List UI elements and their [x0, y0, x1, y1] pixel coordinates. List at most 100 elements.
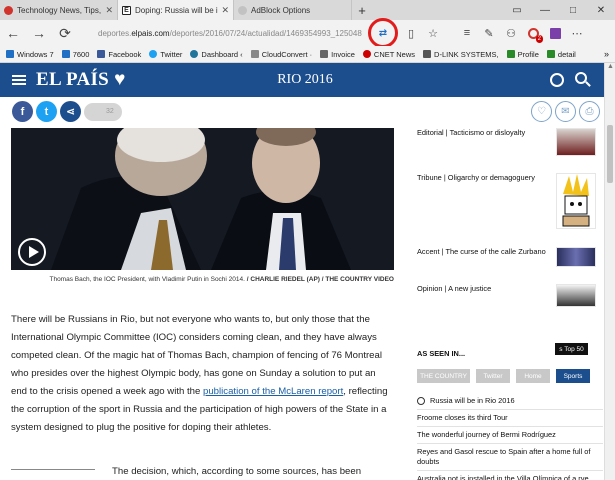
sidebar-thumbnail	[556, 247, 596, 267]
opera-extension-icon[interactable]: 2	[522, 22, 544, 44]
article-second-paragraph: The decision, which, according to some s…	[112, 466, 362, 477]
favorite-facebook[interactable]: Facebook	[97, 50, 141, 59]
as-seen-in-heading: AS SEEN IN...	[417, 349, 466, 358]
heart-icon[interactable]: ♡	[531, 101, 552, 122]
email-icon[interactable]: ✉	[555, 101, 576, 122]
favicon-icon	[4, 5, 13, 15]
close-window-icon[interactable]: ✕	[587, 0, 615, 20]
favorite-invoice[interactable]: Invoice	[320, 50, 355, 59]
elpais-favicon-icon: E	[122, 5, 131, 15]
minimize-icon[interactable]: —	[531, 0, 559, 20]
close-tab-icon[interactable]: ✕	[105, 5, 113, 16]
reading-view-icon[interactable]: ▯	[400, 22, 422, 44]
favorites-overflow-icon[interactable]: »	[604, 49, 609, 59]
favorite-twitter[interactable]: Twitter	[149, 50, 182, 59]
hub-icon[interactable]: ≡	[456, 22, 478, 44]
list-item[interactable]: Reyes and Gasol rescue to Spain after a …	[417, 444, 603, 471]
extension-glyph: ⇄	[378, 27, 388, 39]
hamburger-menu-icon[interactable]	[12, 73, 26, 87]
tab-doping-russia[interactable]: E Doping: Russia will be in ✕	[118, 0, 234, 20]
refresh-button[interactable]: ⟳	[52, 20, 78, 46]
sidebar-item[interactable]: Accent | The curse of the calle Zurbano	[410, 247, 600, 267]
sidebar-item[interactable]: Tribune | Oligarchy or demagoguery	[410, 173, 600, 229]
elpais-logo[interactable]: EL PAÍS ♥	[36, 69, 126, 91]
top50-badge[interactable]: s Top 50	[555, 343, 588, 355]
list-item[interactable]: Australia not is installed in the Villa …	[417, 471, 603, 480]
back-button[interactable]: ←	[0, 20, 26, 46]
video-play-icon[interactable]	[18, 238, 46, 266]
favorite-label: CNET News	[373, 49, 416, 59]
tab-home[interactable]: Home	[516, 369, 550, 383]
scroll-up-icon[interactable]: ▲	[607, 63, 614, 70]
new-tab-button[interactable]: +	[352, 0, 372, 20]
share-bar-right: ♡ ✉ ⎙	[528, 101, 600, 122]
facebook-share-icon[interactable]: f	[12, 101, 33, 122]
mclaren-report-link[interactable]: publication of the McLaren report	[203, 386, 343, 397]
forward-button[interactable]: →	[26, 20, 52, 46]
favorite-cloudconvert[interactable]: CloudConvert ·	[250, 50, 312, 59]
tab-title: Technology News, Tips, Rev	[17, 5, 102, 15]
share-network-icon[interactable]: ⋖	[60, 101, 81, 122]
caption-text: Thomas Bach, the IOC President, with Vla…	[49, 276, 245, 283]
favorite-label: Twitter	[160, 49, 183, 59]
twitter-share-icon[interactable]: t	[36, 101, 57, 122]
document-icon	[320, 50, 329, 58]
sidebar-item-title: Editorial | Tacticismo or disloyalty	[417, 128, 526, 137]
window-controls: ▭ — □ ✕	[503, 0, 615, 20]
list-item[interactable]: The wonderful journey of Bermi Rodríguez	[417, 427, 603, 444]
tab-technology-news[interactable]: Technology News, Tips, Rev ✕	[0, 0, 118, 20]
sidebar-item[interactable]: Opinion | A new justice	[410, 284, 600, 307]
address-input[interactable]: deportes. elpais.com/deportes/2016/07/24/…	[98, 24, 362, 42]
share-bar: f t ⋖ 32	[12, 101, 122, 122]
sidebar-thumbnail	[556, 128, 596, 156]
user-icon[interactable]	[550, 73, 564, 87]
comments-button[interactable]: 32	[84, 102, 122, 121]
favorite-detail[interactable]: detail	[546, 50, 576, 59]
favorite-profile[interactable]: Profile	[506, 50, 539, 59]
tab-the-country[interactable]: THE COUNTRY	[417, 369, 470, 383]
onenote-glyph	[549, 27, 561, 39]
scrollbar-thumb[interactable]	[607, 125, 613, 183]
sidebar-item[interactable]: Editorial | Tacticismo or disloyalty	[410, 128, 600, 156]
divider	[11, 469, 95, 470]
tab-sports[interactable]: Sports	[556, 369, 590, 383]
sidebar-item-title: Tribune | Oligarchy or demagoguery	[417, 173, 535, 182]
tab-preview-icon[interactable]: ▭	[503, 0, 531, 20]
favicon-icon	[238, 5, 247, 15]
list-item[interactable]: Russia will be in Rio 2016	[417, 393, 603, 410]
cnet-icon	[362, 50, 371, 58]
favorite-dashboard[interactable]: Dashboard ‹	[190, 50, 243, 59]
windows-icon	[61, 50, 70, 58]
url-host: elpais.com	[131, 28, 170, 38]
more-menu-icon[interactable]: ⋯	[566, 22, 588, 44]
close-tab-icon[interactable]: ✕	[221, 5, 229, 16]
sidebar-tabs: THE COUNTRY Twitter Home Sports	[417, 369, 596, 383]
sidebar-item-title: Accent | The curse of the calle Zurbano	[417, 247, 546, 256]
tab-adblock-options[interactable]: AdBlock Options	[234, 0, 352, 20]
favorite-windows-7[interactable]: Windows 7	[6, 50, 54, 59]
clock-icon	[417, 397, 425, 405]
dlink-icon	[423, 50, 432, 58]
share-icon[interactable]: ⚇	[500, 22, 522, 44]
caption-credit: / CHARLIE RIEDEL (AP) / THE COUNTRY VIDE…	[246, 276, 394, 283]
onenote-extension-icon[interactable]	[544, 22, 566, 44]
article-photo[interactable]	[11, 128, 394, 270]
tab-title: AdBlock Options	[251, 5, 311, 15]
print-icon[interactable]: ⎙	[579, 101, 600, 122]
section-title[interactable]: RIO 2016	[250, 72, 360, 88]
web-note-icon[interactable]: ✎	[478, 22, 500, 44]
tab-bar: Technology News, Tips, Rev ✕ E Doping: R…	[0, 0, 615, 20]
translate-extension-icon[interactable]: ⇄	[368, 18, 398, 48]
sports-list: Russia will be in Rio 2016 Froome closes…	[417, 393, 603, 480]
list-item[interactable]: Froome closes its third Tour	[417, 410, 603, 427]
search-icon[interactable]	[575, 72, 587, 84]
maximize-icon[interactable]: □	[559, 0, 587, 20]
windows-icon	[6, 50, 14, 58]
tab-twitter[interactable]: Twitter	[476, 369, 510, 383]
favorite-7600[interactable]: 7600	[61, 50, 89, 59]
page-scrollbar[interactable]: ▲	[604, 63, 615, 480]
favorite-cnet-news[interactable]: CNET News	[362, 49, 416, 59]
wordpress-icon	[190, 50, 199, 58]
favorite-dlink[interactable]: D-LINK SYSTEMS,	[423, 50, 499, 59]
favorite-star-icon[interactable]: ☆	[422, 22, 444, 44]
